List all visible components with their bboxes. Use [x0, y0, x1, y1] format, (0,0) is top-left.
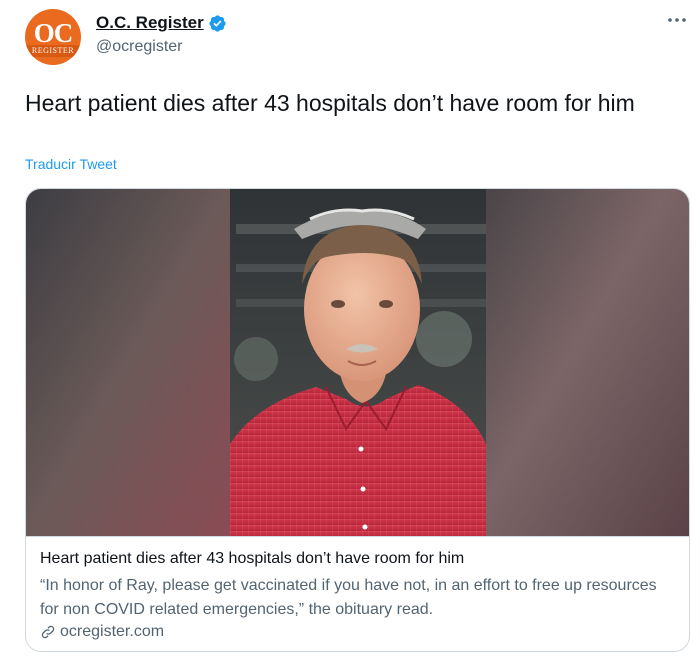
link-card[interactable]: Heart patient dies after 43 hospitals do…: [25, 188, 690, 652]
card-title[interactable]: Heart patient dies after 43 hospitals do…: [40, 550, 464, 568]
display-name[interactable]: O.C. Register: [96, 13, 204, 33]
handle[interactable]: @ocregister: [96, 38, 183, 56]
avatar-logo-text: OC: [33, 18, 73, 48]
more-options-icon[interactable]: [664, 10, 690, 30]
card-description: “In honor of Ray, please get vaccinated …: [40, 577, 657, 618]
verified-badge-icon: [209, 14, 226, 32]
avatar[interactable]: OC REGISTER: [25, 9, 81, 65]
name-row: O.C. Register: [96, 13, 227, 33]
card-domain-text: ocregister.com: [60, 623, 165, 640]
card-photo: [26, 189, 689, 536]
link-icon: [41, 625, 55, 639]
card-domain[interactable]: ocregister.com: [40, 623, 164, 641]
tweet-text: Heart patient dies after 43 hospitals do…: [25, 90, 635, 116]
tweet: OC REGISTER O.C. Register @ocregister He…: [0, 0, 700, 657]
avatar-logo-subtext: REGISTER: [25, 45, 81, 57]
translate-tweet-link[interactable]: Traducir Tweet: [25, 156, 117, 172]
card-meta: Heart patient dies after 43 hospitals do…: [26, 536, 689, 651]
